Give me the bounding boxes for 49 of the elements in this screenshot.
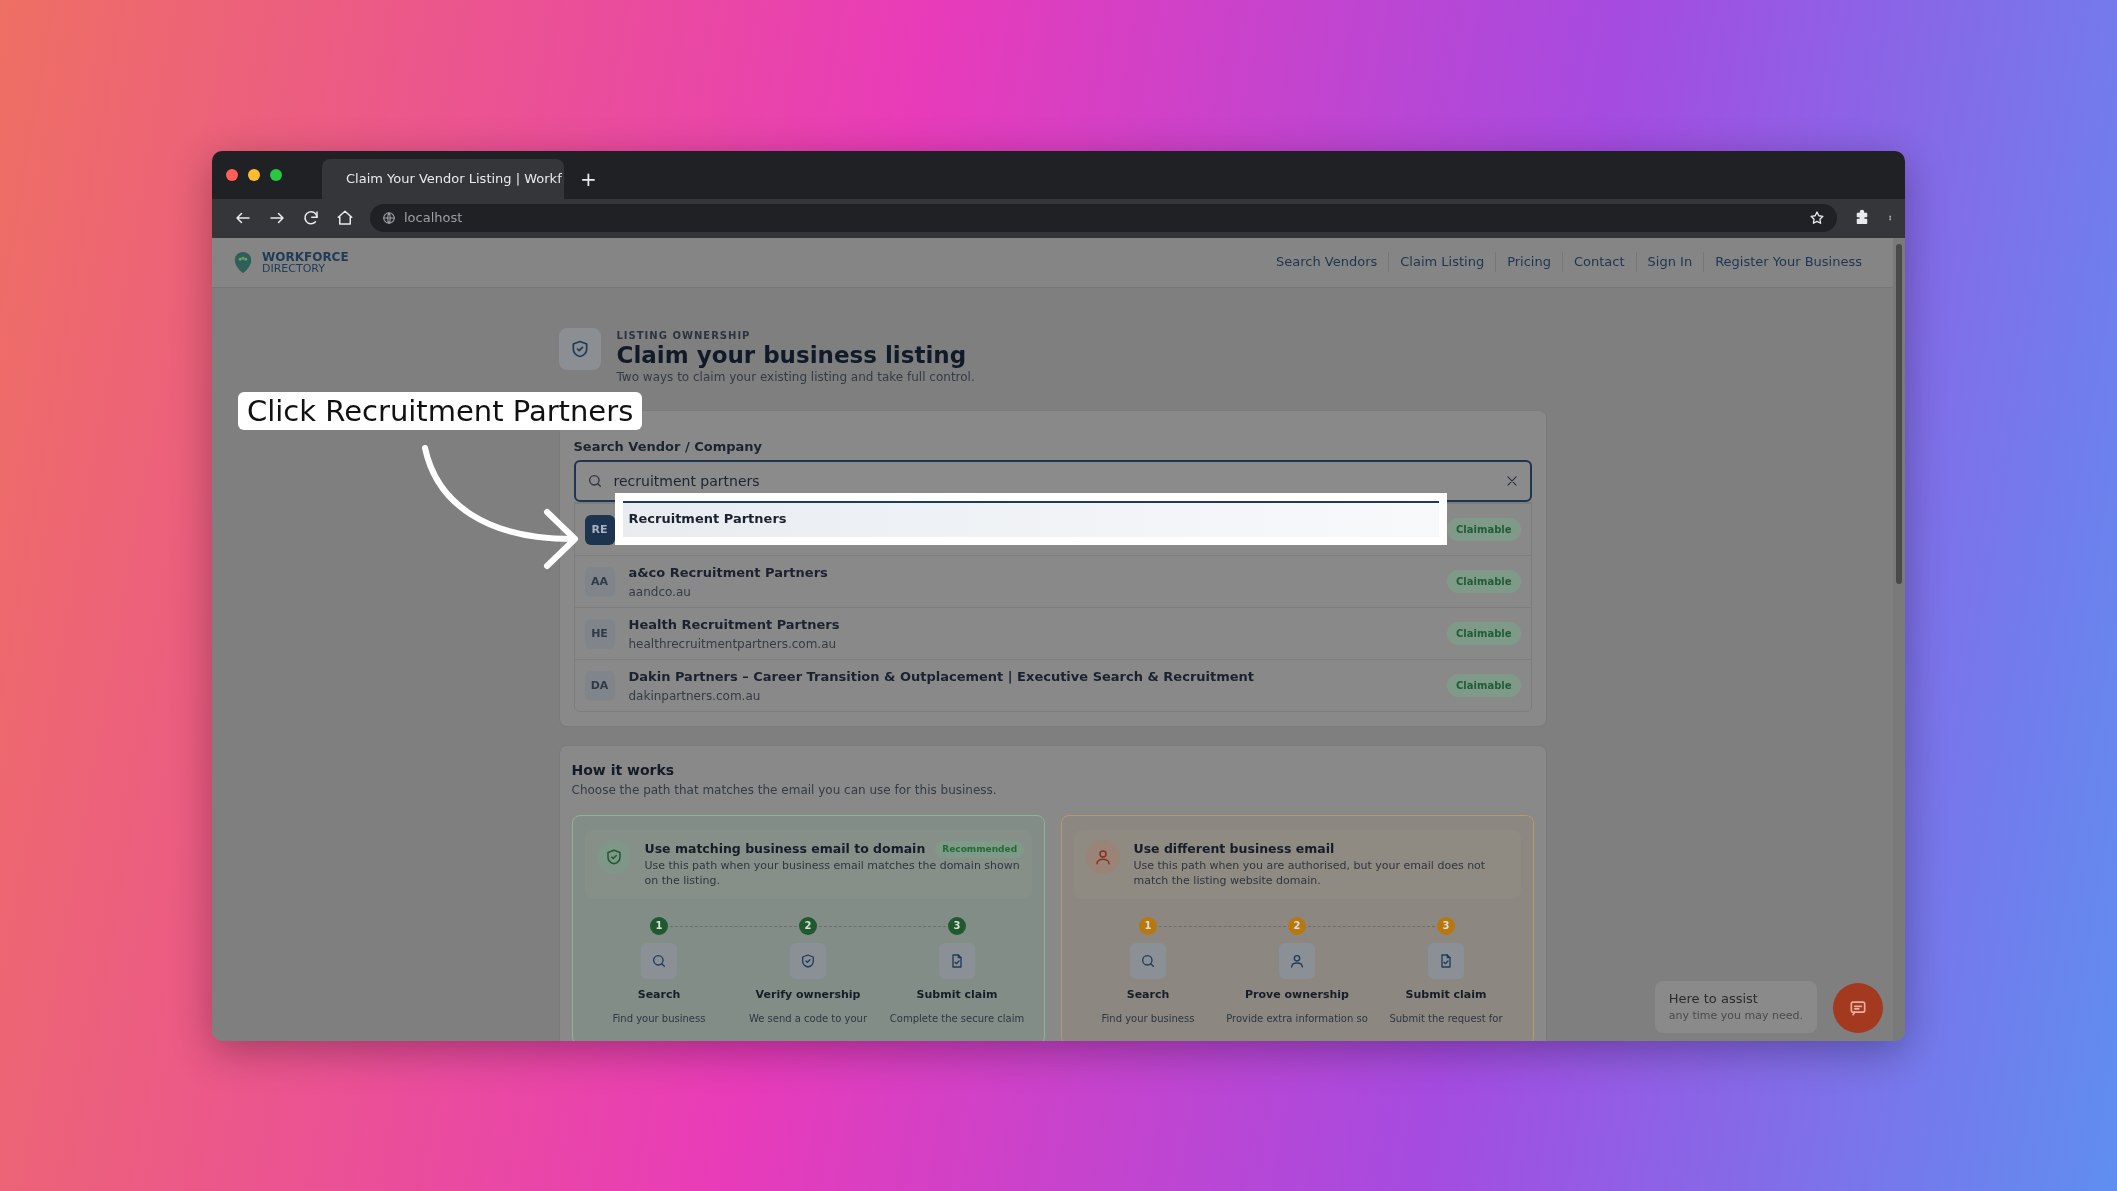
logo-text: WORKFORCE xyxy=(262,250,349,263)
path-description: Use this path when you are authorised, but your email does not match the listing website domain. xyxy=(1133,859,1487,889)
step-text: Complete the secure claim xyxy=(889,1012,1025,1027)
avatar: HE xyxy=(584,618,615,649)
field-label: Search Vendor / Company xyxy=(573,437,764,456)
status-badge: Claimable xyxy=(1447,674,1521,698)
section-subtitle: Choose the path that matches the email you can use for this business. xyxy=(571,782,998,800)
step-title: Search xyxy=(1126,986,1170,1003)
recommended-badge: Recommended xyxy=(935,840,1025,859)
result-domain: healthrecruitmentpartners.com.au xyxy=(628,635,838,653)
step-text: Submit the request for xyxy=(1389,1012,1503,1027)
result-name: Dakin Partners – Career Transition & Outplacement | Executive Search & Recruitment xyxy=(628,668,1255,687)
avatar: RE xyxy=(584,514,615,545)
step-number: 2 xyxy=(799,916,817,935)
eyebrow-text: LISTING OWNERSHIP xyxy=(616,328,752,343)
step-text: Find your business xyxy=(1101,1012,1195,1027)
chat-subtitle: any time you may need. xyxy=(1668,1008,1803,1024)
step-text: Provide extra information so xyxy=(1226,1012,1368,1027)
status-badge: Claimable xyxy=(1447,622,1521,646)
step-title: Search xyxy=(637,986,681,1003)
step-number: 1 xyxy=(650,916,668,935)
status-badge: Claimable xyxy=(1447,518,1521,542)
url-text: localhost xyxy=(404,209,463,228)
page-title: Claim your business listing xyxy=(616,342,968,368)
step-number: 2 xyxy=(1288,916,1306,935)
result-domain: aandco.au xyxy=(628,583,692,601)
step-title: Submit claim xyxy=(1405,986,1487,1003)
logo-text: DIRECTORY xyxy=(262,262,327,274)
step-number: 3 xyxy=(1437,916,1455,935)
avatar: DA xyxy=(584,670,615,701)
result-name: Health Recruitment Partners xyxy=(628,616,840,635)
result-domain: dakinpartners.com.au xyxy=(628,687,762,705)
step-title: Prove ownership xyxy=(1245,986,1349,1003)
step-number: 3 xyxy=(948,916,966,935)
step-title: Submit claim xyxy=(916,986,998,1003)
path-title: Use matching business email to domain xyxy=(644,840,926,859)
step-text: Find your business xyxy=(612,1012,706,1027)
result-name: a&co Recruitment Partners xyxy=(628,564,828,583)
page-subtitle: Two ways to claim your existing listing and take full control. xyxy=(616,368,975,386)
path-title: Use different business email xyxy=(1133,840,1335,859)
section-title: How it works xyxy=(571,761,676,781)
annotation-label: Click Recruitment Partners xyxy=(238,391,643,430)
avatar: AA xyxy=(584,566,615,597)
path-description: Use this path when your business email matches the domain shown on the listing. xyxy=(644,859,1021,889)
status-badge: Claimable xyxy=(1447,570,1521,594)
chat-title: Here to assist xyxy=(1668,989,1759,1008)
step-number: 1 xyxy=(1139,916,1157,935)
step-title: Verify ownership xyxy=(755,986,861,1003)
step-text: We send a code to your xyxy=(748,1012,868,1027)
